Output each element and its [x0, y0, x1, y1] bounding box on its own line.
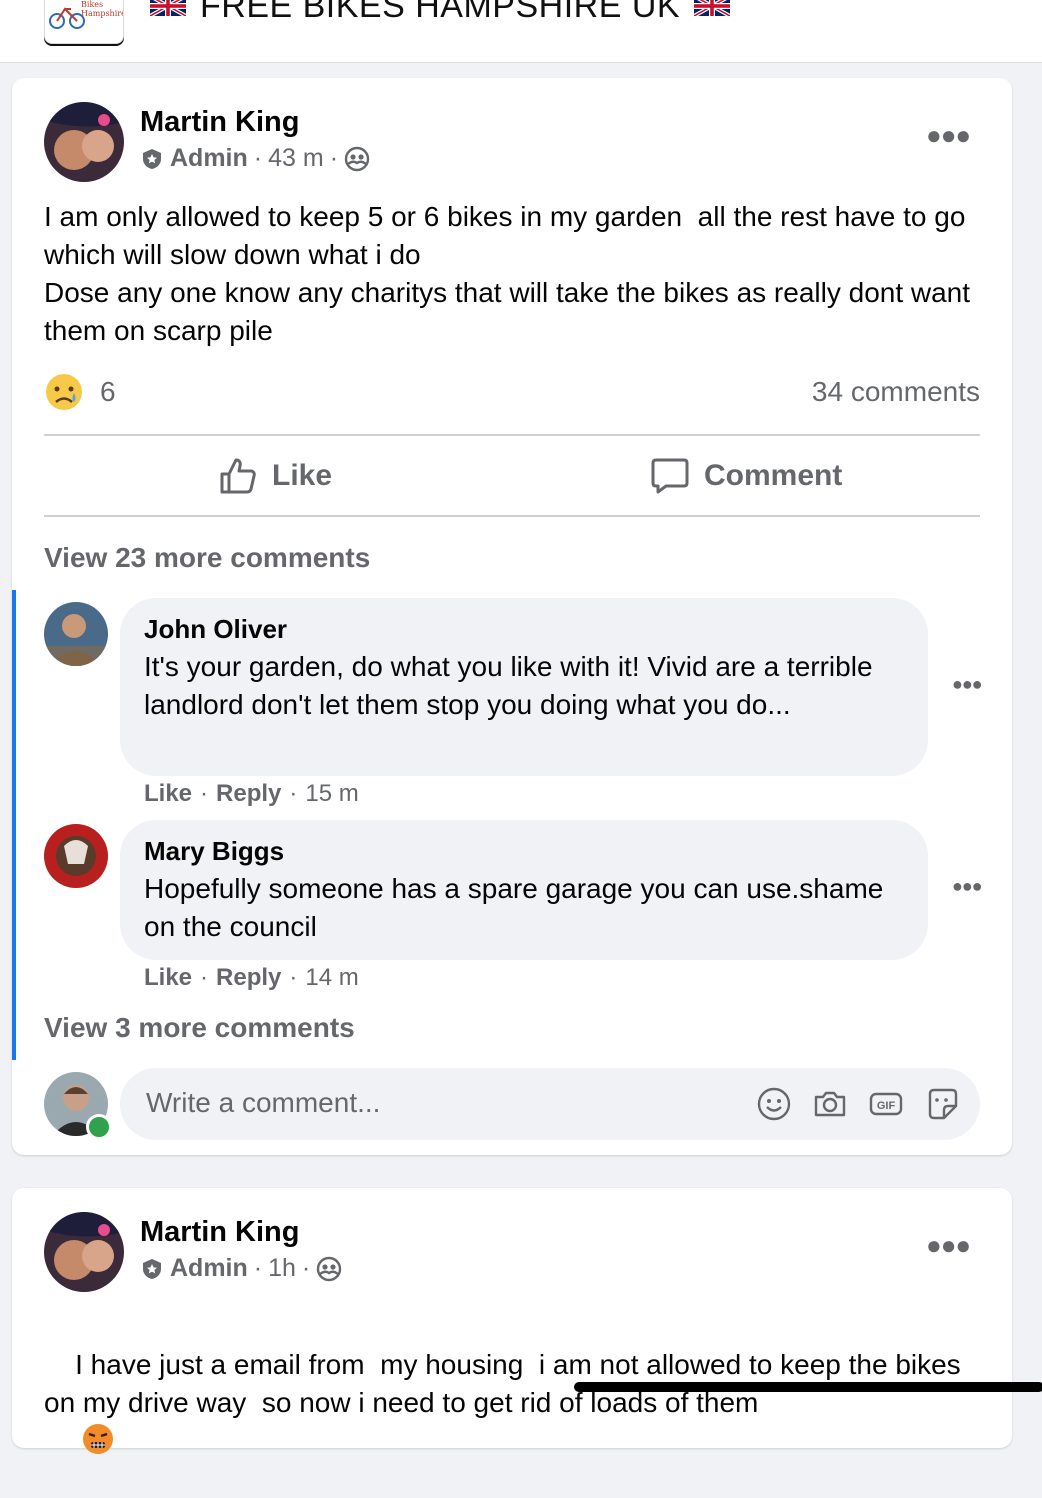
group-header: Free Bikes Hampshire FREE BIKES HAMPSHIR…: [0, 0, 1042, 63]
post-meta: Admin · 43 m ·: [140, 144, 370, 173]
group-logo[interactable]: Free Bikes Hampshire: [44, 0, 124, 44]
gif-icon[interactable]: GIF: [868, 1086, 904, 1122]
comment-label: Comment: [704, 459, 843, 492]
like-button[interactable]: Like: [218, 450, 332, 502]
comment-time[interactable]: 14 m: [305, 964, 358, 992]
post-card: Martin King Admin · 43 m · ●●● I am only…: [12, 78, 1012, 1155]
commenter-name[interactable]: John Oliver: [144, 614, 287, 645]
group-members-icon: [317, 1256, 342, 1281]
comment-time[interactable]: 15 m: [305, 780, 358, 808]
comment-actions: Like · Reply · 15 m: [144, 780, 359, 808]
commenter-avatar[interactable]: [44, 602, 108, 666]
group-title[interactable]: FREE BIKES HAMPSHIRE UK: [150, 0, 731, 26]
comment-options-icon[interactable]: ●●●: [952, 674, 983, 695]
post-text: I am only allowed to keep 5 or 6 bikes i…: [44, 201, 971, 346]
comment-input-placeholder: Write a comment...: [146, 1087, 381, 1118]
post-card: Martin King Admin · 1h · ●●● I have just…: [12, 1188, 1012, 1454]
comment-reply-button[interactable]: Reply: [216, 964, 281, 992]
comment-like-button[interactable]: Like: [144, 964, 192, 992]
comment-bubble[interactable]: John Oliver It's your garden, do what yo…: [120, 598, 928, 776]
comment-reply-button[interactable]: Reply: [216, 780, 281, 808]
meta-separator: ·: [253, 1254, 263, 1282]
comment-text: Hopefully someone has a spare garage you…: [144, 873, 884, 942]
like-label: Like: [272, 459, 333, 492]
comment-actions: Like · Reply · 14 m: [144, 964, 359, 992]
sticker-icon[interactable]: [924, 1086, 960, 1122]
author-avatar[interactable]: [44, 1212, 124, 1292]
comment-bubble[interactable]: Mary Biggs Hopefully someone has a spare…: [120, 820, 928, 960]
view-more-comments[interactable]: View 23 more comments: [44, 542, 370, 574]
comment-like-button[interactable]: Like: [144, 780, 192, 808]
meta-separator: ·: [253, 144, 263, 172]
smiley-icon[interactable]: [756, 1086, 792, 1122]
uk-flag-icon: [694, 0, 731, 16]
uk-flag-icon: [150, 0, 186, 16]
divider: [44, 434, 980, 436]
meta-separator: ·: [329, 144, 339, 172]
view-more-comments[interactable]: View 3 more comments: [44, 1012, 355, 1044]
angry-face-icon: [83, 1424, 114, 1454]
comment-button[interactable]: Comment: [650, 450, 842, 502]
comment-input[interactable]: Write a comment... GIF: [120, 1068, 980, 1140]
group-members-icon: [344, 146, 370, 171]
reaction-count: 6: [100, 376, 116, 407]
post-meta: Admin · 1h ·: [140, 1254, 342, 1283]
home-indicator: [574, 1382, 1042, 1392]
comment-count[interactable]: 34 comments: [812, 376, 980, 408]
comment-options-icon[interactable]: ●●●: [952, 876, 983, 897]
role-badge[interactable]: Admin: [170, 144, 248, 173]
commenter-avatar[interactable]: [44, 824, 108, 888]
post-options-icon[interactable]: ●●●: [926, 120, 971, 151]
post-time[interactable]: 1h: [268, 1254, 296, 1283]
svg-text:GIF: GIF: [877, 1100, 896, 1112]
group-title-text: FREE BIKES HAMPSHIRE UK: [200, 0, 681, 25]
post-text: I have just a email from my housing i am…: [44, 1308, 989, 1498]
speech-bubble-icon: [651, 458, 689, 494]
commenter-name[interactable]: Mary Biggs: [144, 836, 284, 867]
reactions-summary[interactable]: 6 34 comments: [44, 368, 980, 412]
logo-text: Free Bikes Hampshire: [81, 0, 124, 18]
thumbs-up-icon: [220, 458, 256, 494]
author-name[interactable]: Martin King: [140, 106, 300, 139]
comment-thread-indicator: [12, 590, 16, 1060]
role-badge[interactable]: Admin: [170, 1254, 248, 1283]
crying-face-icon: [46, 374, 82, 410]
shield-icon: [143, 1258, 161, 1279]
post-time[interactable]: 43 m: [268, 144, 324, 173]
shield-icon: [143, 148, 161, 169]
online-status-indicator: [86, 1114, 112, 1140]
author-avatar[interactable]: [44, 102, 124, 182]
comment-text: It's your garden, do what you like with …: [144, 651, 873, 720]
post-options-icon[interactable]: ●●●: [926, 1230, 971, 1261]
meta-separator: ·: [301, 1254, 311, 1282]
author-name[interactable]: Martin King: [140, 1216, 300, 1249]
divider: [44, 515, 980, 517]
camera-icon[interactable]: [812, 1086, 848, 1122]
